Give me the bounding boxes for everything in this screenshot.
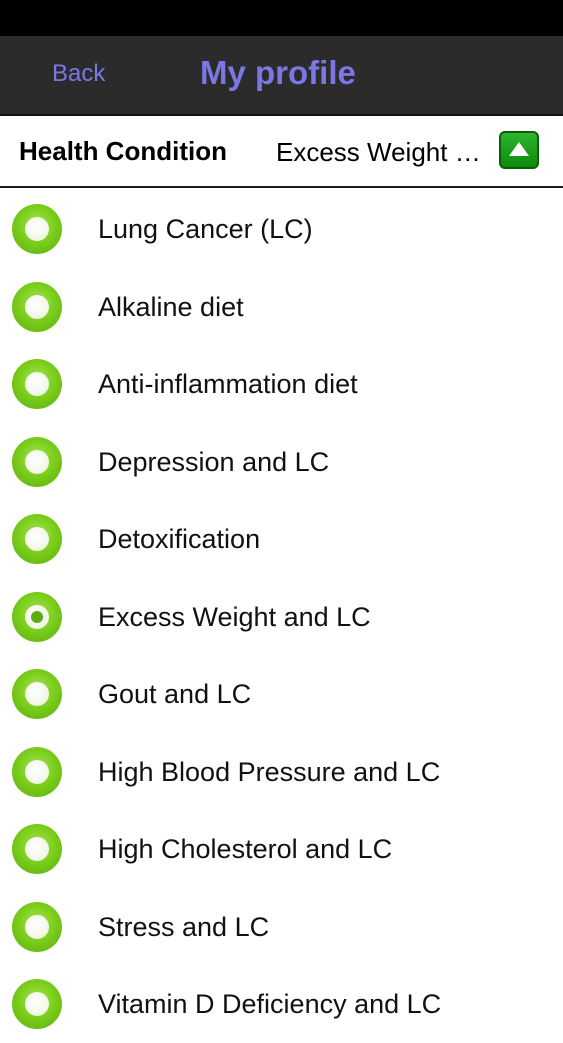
list-item-label: Vitamin D Deficiency and LC [98,989,442,1019]
list-item-label: High Cholesterol and LC [98,834,393,864]
list-item-label: Gout and LC [98,679,252,709]
list-item[interactable]: Depression and LC [0,423,563,501]
list-item-label: Stress and LC [98,911,270,942]
list-item[interactable]: Stress and LC [0,888,563,966]
list-item-label: Alkaline diet [98,291,244,322]
health-condition-label: Health Condition [19,136,227,166]
list-item[interactable]: High Cholesterol and LC [0,810,563,888]
health-condition-header[interactable]: Health Condition Excess Weight and LC [0,116,563,188]
list-item[interactable]: High Blood Pressure and LC [0,733,563,811]
list-item-label: Excess Weight and LC [98,601,371,632]
radio-icon[interactable] [12,669,62,719]
health-condition-list: Lung Cancer (LC) Alkaline diet Anti-inflam… [0,190,563,1043]
radio-icon[interactable] [12,436,62,487]
list-item[interactable]: Alkaline diet [0,268,563,346]
status-bar [0,0,563,36]
list-item-label: Anti-inflammation diet [98,369,358,399]
radio-icon[interactable] [12,824,62,874]
list-item-label: Detoxification [98,524,261,554]
back-button[interactable]: Back [52,60,105,88]
radio-icon[interactable] [12,746,62,797]
radio-icon[interactable] [12,204,62,254]
list-item-label: Depression and LC [98,446,330,477]
triangle-up-icon [509,142,529,156]
list-item[interactable]: Gout and LC [0,655,563,733]
health-condition-value: Excess Weight and LC [276,137,488,167]
radio-icon[interactable] [12,281,62,332]
list-item[interactable]: Lung Cancer (LC) [0,190,563,268]
radio-icon[interactable] [12,979,62,1029]
list-item[interactable]: Anti-inflammation diet [0,345,563,423]
navigation-bar: Back My profile [0,36,563,116]
radio-selected-icon[interactable] [12,591,62,642]
list-item[interactable]: Vitamin D Deficiency and LC [0,965,563,1043]
list-item[interactable]: Detoxification [0,500,563,578]
page-title: My profile [200,54,356,91]
radio-icon[interactable] [12,359,62,409]
list-item-label: High Blood Pressure and LC [98,756,441,787]
radio-icon[interactable] [12,901,62,952]
collapse-button[interactable] [499,131,539,169]
list-item[interactable]: Excess Weight and LC [0,578,563,656]
radio-icon[interactable] [12,514,62,564]
list-item-label: Lung Cancer (LC) [98,214,313,244]
